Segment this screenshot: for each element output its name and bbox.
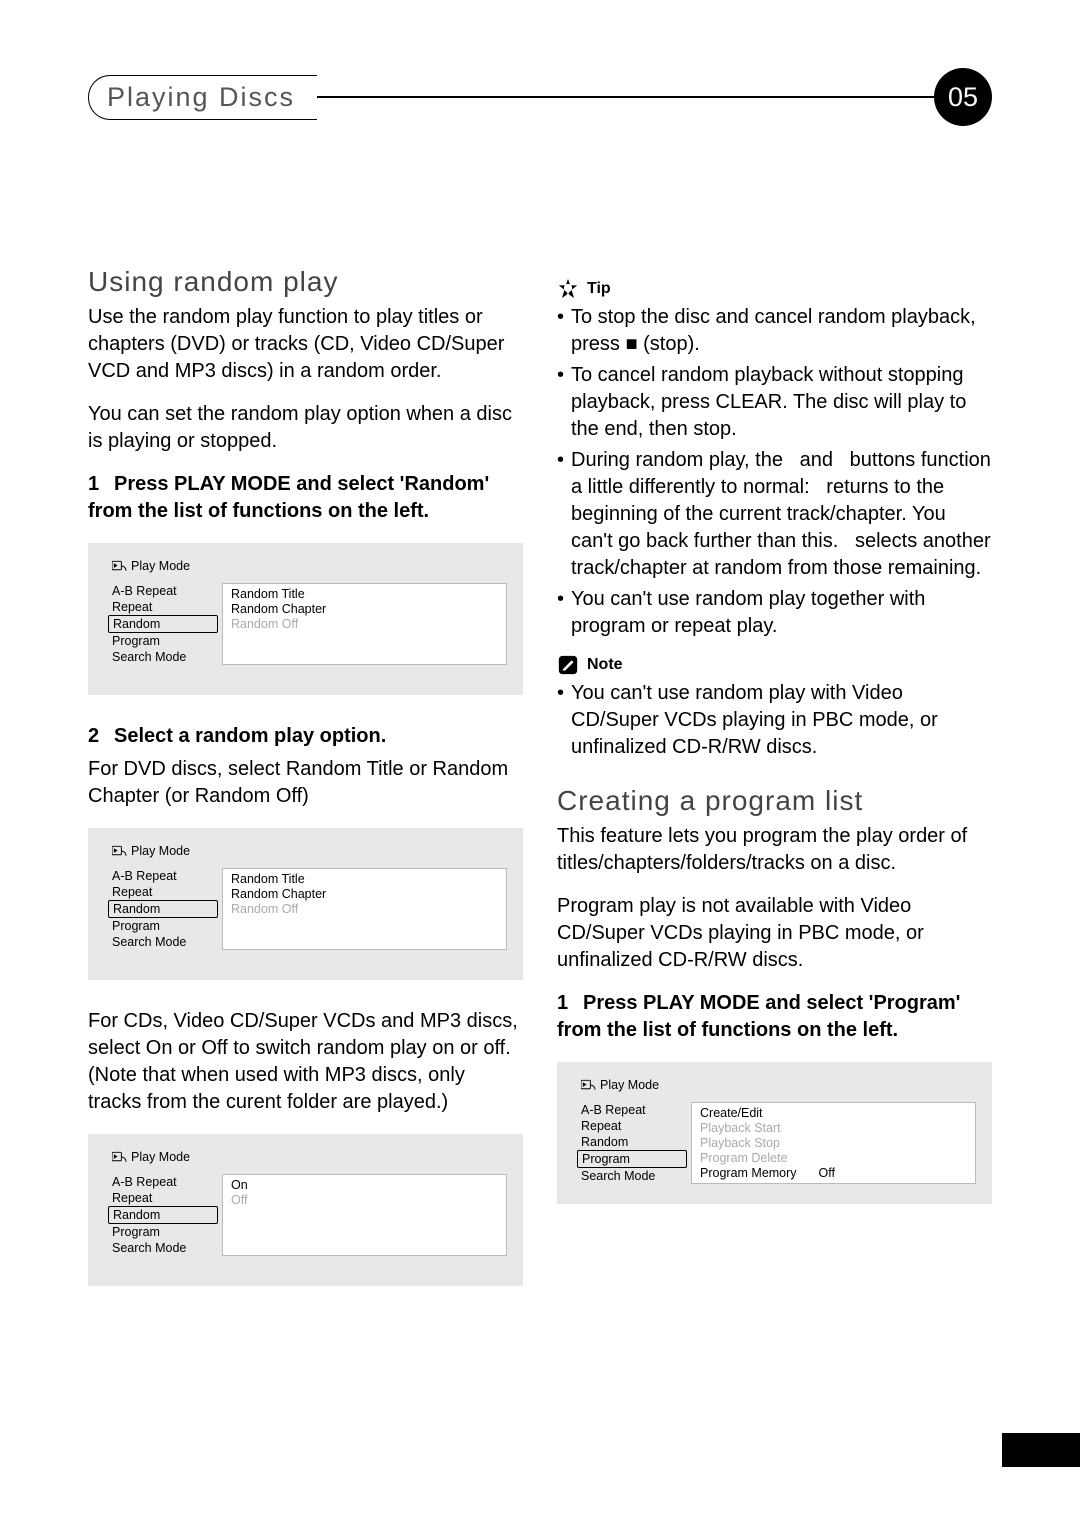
section-heading-program: Creating a program list <box>557 785 992 817</box>
play-mode-menu-1: Play Mode A-B Repeat Repeat Random Progr… <box>88 543 523 695</box>
note-list: •You can't use random play with Video CD… <box>557 680 992 761</box>
paragraph: Program play is not available with Video… <box>557 893 992 974</box>
menu-item: Search Mode <box>104 1240 222 1256</box>
left-column: Using random play Use the random play fu… <box>88 266 523 1314</box>
note-heading: Note <box>557 654 992 676</box>
menu-option: On <box>231 1177 498 1192</box>
play-mode-icon <box>112 1151 127 1163</box>
step-number: 1 <box>557 990 583 1017</box>
menu-option: Random Chapter <box>231 601 498 616</box>
menu-item: A-B Repeat <box>104 868 222 884</box>
menu-title: Play Mode <box>573 1078 976 1092</box>
page-edge-tab <box>1002 1433 1080 1467</box>
chapter-title: Playing Discs <box>88 75 317 120</box>
lightbulb-icon <box>557 278 579 300</box>
chapter-header: Playing Discs 05 <box>88 68 992 126</box>
menu-option-label: Program Memory <box>700 1166 797 1180</box>
menu-title: Play Mode <box>104 844 507 858</box>
step-text: Press PLAY MODE and select 'Program' fro… <box>557 992 960 1041</box>
menu-item: Random <box>573 1134 691 1150</box>
paragraph: This feature lets you program the play o… <box>557 823 992 877</box>
menu-right-panel: On Off <box>222 1174 507 1256</box>
menu-title-text: Play Mode <box>131 844 190 858</box>
step-2: 2Select a random play option. <box>88 723 523 750</box>
menu-item-selected: Program <box>577 1150 687 1168</box>
step-1: 1Press PLAY MODE and select 'Random' fro… <box>88 471 523 525</box>
menu-title-text: Play Mode <box>131 559 190 573</box>
menu-left-list: A-B Repeat Repeat Random Program Search … <box>104 868 222 950</box>
menu-item: A-B Repeat <box>104 1174 222 1190</box>
right-column: Tip •To stop the disc and cancel random … <box>557 266 992 1314</box>
step-text: Select a random play option. <box>114 725 386 747</box>
menu-item: Search Mode <box>573 1168 691 1184</box>
tip-list: •To stop the disc and cancel random play… <box>557 304 992 640</box>
menu-item: Search Mode <box>104 649 222 665</box>
menu-option-dim: Playback Stop <box>700 1135 967 1150</box>
menu-option-dim: Playback Start <box>700 1120 967 1135</box>
play-mode-icon <box>112 845 127 857</box>
section-heading-random: Using random play <box>88 266 523 298</box>
play-mode-icon <box>581 1079 596 1091</box>
menu-option: Create/Edit <box>700 1105 967 1120</box>
menu-option: Random Title <box>231 871 498 886</box>
play-mode-menu-4: Play Mode A-B Repeat Repeat Random Progr… <box>557 1062 992 1204</box>
menu-right-panel: Random Title Random Chapter Random Off <box>222 583 507 665</box>
note-label: Note <box>587 656 623 674</box>
play-mode-menu-2: Play Mode A-B Repeat Repeat Random Progr… <box>88 828 523 980</box>
menu-option: Random Chapter <box>231 886 498 901</box>
menu-title-text: Play Mode <box>131 1150 190 1164</box>
menu-item: Repeat <box>573 1118 691 1134</box>
paragraph: You can set the random play option when … <box>88 401 523 455</box>
step-subtext: For DVD discs, select Random Title or Ra… <box>88 756 523 810</box>
menu-right-panel: Random Title Random Chapter Random Off <box>222 868 507 950</box>
tip-item: To stop the disc and cancel random playb… <box>571 304 992 358</box>
menu-item: Search Mode <box>104 934 222 950</box>
play-mode-menu-3: Play Mode A-B Repeat Repeat Random Progr… <box>88 1134 523 1286</box>
menu-item: Program <box>104 918 222 934</box>
menu-option-dim: Random Off <box>231 616 498 631</box>
menu-option-dim: Random Off <box>231 901 498 916</box>
menu-right-panel: Create/Edit Playback Start Playback Stop… <box>691 1102 976 1184</box>
menu-option: Program Memory Off <box>700 1165 967 1180</box>
step-text: Press PLAY MODE and select 'Random' from… <box>88 473 489 522</box>
menu-item: Repeat <box>104 599 222 615</box>
menu-left-list: A-B Repeat Repeat Random Program Search … <box>104 1174 222 1256</box>
tip-item: During random play, the and buttons func… <box>571 447 992 582</box>
menu-left-list: A-B Repeat Repeat Random Program Search … <box>573 1102 691 1184</box>
header-rule <box>317 96 935 98</box>
menu-item-selected: Random <box>108 615 218 633</box>
program-step-1: 1Press PLAY MODE and select 'Program' fr… <box>557 990 992 1044</box>
paragraph: For CDs, Video CD/Super VCDs and MP3 dis… <box>88 1008 523 1116</box>
menu-item: Repeat <box>104 1190 222 1206</box>
step-number: 2 <box>88 723 114 750</box>
menu-option-dim: Off <box>231 1192 498 1207</box>
menu-item: Program <box>104 633 222 649</box>
play-mode-icon <box>112 560 127 572</box>
menu-option: Random Title <box>231 586 498 601</box>
menu-item-selected: Random <box>108 900 218 918</box>
tip-label: Tip <box>587 280 611 298</box>
menu-item: Repeat <box>104 884 222 900</box>
menu-item: Program <box>104 1224 222 1240</box>
note-item: You can't use random play with Video CD/… <box>571 680 992 761</box>
step-number: 1 <box>88 471 114 498</box>
tip-heading: Tip <box>557 278 992 300</box>
pencil-note-icon <box>557 654 579 676</box>
menu-item: A-B Repeat <box>104 583 222 599</box>
paragraph: Use the random play function to play tit… <box>88 304 523 385</box>
menu-title: Play Mode <box>104 559 507 573</box>
menu-item: A-B Repeat <box>573 1102 691 1118</box>
menu-title: Play Mode <box>104 1150 507 1164</box>
menu-option-suffix: Off <box>819 1166 835 1180</box>
page-number-badge: 05 <box>934 68 992 126</box>
menu-item-selected: Random <box>108 1206 218 1224</box>
menu-left-list: A-B Repeat Repeat Random Program Search … <box>104 583 222 665</box>
tip-item: You can't use random play together with … <box>571 586 992 640</box>
menu-option-dim: Program Delete <box>700 1150 967 1165</box>
menu-title-text: Play Mode <box>600 1078 659 1092</box>
tip-item: To cancel random playback without stoppi… <box>571 362 992 443</box>
